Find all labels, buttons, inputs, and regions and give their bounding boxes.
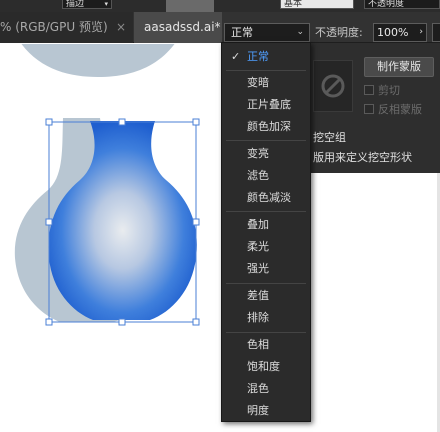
menu-item-label: 叠加 <box>247 218 269 231</box>
menu-divider <box>226 70 306 71</box>
blend-mode-value: 正常 <box>231 26 253 39</box>
opacity-input[interactable]: 100% › <box>373 23 427 42</box>
menu-item-label: 颜色减淡 <box>247 191 291 204</box>
menu-item-luminosity[interactable]: 明度 <box>222 400 310 422</box>
clip-checkbox[interactable]: 剪切 <box>364 82 400 97</box>
no-mask-icon <box>321 74 345 98</box>
menu-item-hue[interactable]: 色相 <box>222 334 310 356</box>
stroke-dropdown[interactable]: 描边 ▾ <box>62 0 112 9</box>
menu-divider <box>226 332 306 333</box>
tab-label: % (RGB/GPU 预览) <box>0 20 108 34</box>
menu-divider <box>226 211 306 212</box>
menu-divider <box>226 283 306 284</box>
checkbox-icon <box>364 85 374 95</box>
knockout-group-label[interactable]: 挖空组 <box>313 129 346 145</box>
menu-item-label: 强光 <box>247 262 269 275</box>
menu-item-label: 变暗 <box>247 76 269 89</box>
invert-mask-label: 反相蒙版 <box>378 103 422 116</box>
menu-item-darken[interactable]: 变暗 <box>222 72 310 94</box>
check-icon: ✓ <box>231 50 241 63</box>
stroke-dropdown-label: 描边 <box>66 0 85 9</box>
opacity-button[interactable]: 不透明度 <box>364 0 440 9</box>
menu-item-multiply[interactable]: 正片叠底 <box>222 94 310 116</box>
opacity-knockout-label[interactable]: 版用来定义挖空形状 <box>313 149 412 165</box>
checkbox-icon <box>364 104 374 114</box>
menu-item-label: 滤色 <box>247 169 269 182</box>
close-icon[interactable]: × <box>116 12 126 43</box>
invert-mask-checkbox[interactable]: 反相蒙版 <box>364 101 422 116</box>
menu-item-soft-light[interactable]: 柔光 <box>222 236 310 258</box>
opacity-value: 100% <box>377 26 409 39</box>
menu-item-label: 色相 <box>247 338 269 351</box>
document-tab-2[interactable]: aasadssd.ai* <box>134 12 222 43</box>
menu-item-screen[interactable]: 滤色 <box>222 165 310 187</box>
menu-item-label: 饱和度 <box>247 360 280 373</box>
menu-item-color[interactable]: 混色 <box>222 378 310 400</box>
clip-label: 剪切 <box>378 84 400 97</box>
vase-shadow-top <box>21 44 175 77</box>
make-mask-button[interactable]: 制作蒙版 <box>364 57 434 77</box>
menu-divider <box>226 140 306 141</box>
menu-item-exclusion[interactable]: 排除 <box>222 307 310 329</box>
menu-item-difference[interactable]: 差值 <box>222 285 310 307</box>
chevron-down-icon: ⌄ <box>296 27 304 37</box>
menu-item-label: 正常 <box>247 50 269 63</box>
blend-mode-select[interactable]: 正常 ⌄ <box>224 23 310 42</box>
control-bar: 描边 ▾ 基本 不透明度 <box>0 0 440 12</box>
menu-item-label: 柔光 <box>247 240 269 253</box>
menu-item-label: 差值 <box>247 289 269 302</box>
chevron-down-icon: ▾ <box>104 0 108 8</box>
chevron-right-icon[interactable]: › <box>419 24 423 41</box>
menu-item-color-burn[interactable]: 颜色加深 <box>222 116 310 138</box>
menu-item-label: 混色 <box>247 382 269 395</box>
menu-item-hard-light[interactable]: 强光 <box>222 258 310 280</box>
menu-item-label: 正片叠底 <box>247 98 291 111</box>
menu-item-normal[interactable]: ✓ 正常 <box>222 46 310 68</box>
menu-item-lighten[interactable]: 变亮 <box>222 143 310 165</box>
stroke-preview <box>166 0 214 12</box>
object-thumbnail[interactable] <box>313 60 353 112</box>
panel-edge-button[interactable] <box>432 23 440 42</box>
menu-item-label: 排除 <box>247 311 269 324</box>
blend-mode-menu: ✓ 正常 变暗 正片叠底 颜色加深 变亮 滤色 颜色减淡 叠加 柔光 强光 差值 … <box>221 42 311 422</box>
opacity-button-label: 不透明度 <box>368 0 405 9</box>
menu-item-color-dodge[interactable]: 颜色减淡 <box>222 187 310 209</box>
document-tab-1[interactable]: % (RGB/GPU 预览) × <box>0 12 133 43</box>
menu-item-label: 颜色加深 <box>247 120 291 133</box>
tab-label: aasadssd.ai* <box>144 20 221 34</box>
menu-item-label: 明度 <box>247 404 269 417</box>
menu-item-saturation[interactable]: 饱和度 <box>222 356 310 378</box>
opacity-label: 不透明度: <box>315 26 363 39</box>
menu-item-label: 变亮 <box>247 147 269 160</box>
style-dropdown-label: 基本 <box>284 0 303 9</box>
style-dropdown[interactable]: 基本 <box>280 0 354 9</box>
menu-item-overlay[interactable]: 叠加 <box>222 214 310 236</box>
